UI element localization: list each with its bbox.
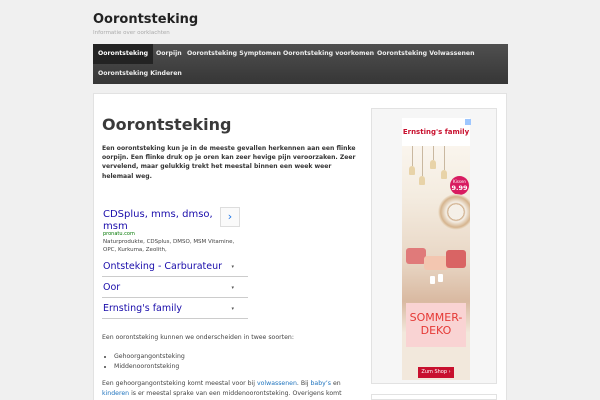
text-span: . Bij [296, 380, 311, 387]
ad-link-carburateur[interactable]: Ontsteking - Carburateur ▾ [102, 258, 248, 277]
nav-item-kinderen[interactable]: Oorontsteking Kinderen [93, 64, 187, 84]
ad-headline[interactable]: CDSplus, mms, dmso, [103, 209, 213, 221]
types-list: Gehoorgangontsteking Middenoorontsteking [102, 352, 185, 371]
ad-link-label[interactable]: Oor [103, 282, 120, 293]
text-span: Een gehoorgangontsteking komt meestal vo… [102, 380, 257, 387]
ad-arrow-icon[interactable]: › [220, 207, 240, 227]
chevron-down-icon: ▾ [231, 285, 234, 291]
candle-image [438, 274, 443, 282]
ad-brand-logo[interactable]: Ernsting's family [402, 118, 470, 146]
nav-item-oorontsteking[interactable]: Oorontsteking [93, 44, 154, 64]
ad-headline: SOMMER- DEKO [406, 303, 466, 347]
adchoices-icon[interactable] [465, 119, 471, 125]
paragraph-types-detail: Een gehoorgangontsteking komt meestal vo… [102, 379, 364, 398]
text-span: en [331, 380, 341, 387]
types-intro: Een oorontsteking kunnen we onderscheide… [102, 334, 294, 341]
price-badge: Kissen 9.99 [450, 176, 469, 195]
text-span: is er meestal sprake van een middenooron… [129, 389, 342, 397]
nav-item-symptomen[interactable]: Oorontsteking Symptomen [182, 44, 286, 64]
ad-link-label[interactable]: Ontsteking - Carburateur [103, 261, 222, 272]
candle-image [430, 276, 435, 284]
intro-paragraph: Een oorontsteking kun je in de meeste ge… [102, 145, 356, 180]
ad-headline-line1: SOMMER- [409, 311, 463, 324]
lamp-icon [419, 176, 425, 185]
link-kinderen[interactable]: kinderen [102, 390, 129, 397]
lamp-icon [430, 160, 436, 169]
nav-item-volwassenen[interactable]: Oorontsteking Volwassenen [372, 44, 480, 64]
ad-link-ernstings[interactable]: Ernsting's family ▾ [102, 300, 248, 319]
lamp-icon [409, 166, 415, 175]
pillow-image [406, 248, 426, 264]
lamp-icon [441, 170, 447, 179]
site-tagline: Informatie over oorklachten [93, 30, 170, 36]
page-title: Oorontsteking [102, 115, 232, 134]
nav-item-voorkomen[interactable]: Oorontsteking voorkomen [278, 44, 379, 64]
chevron-down-icon: ▾ [231, 264, 234, 270]
shop-button[interactable]: Zum Shop › [418, 367, 454, 378]
ad-headline-line2: DEKO [420, 324, 452, 337]
sidebar-ad-banner[interactable]: Ernsting's family Kissen 9.99 SOMMER- DEK… [402, 118, 470, 380]
link-babys[interactable]: baby’s [311, 380, 332, 387]
main-navigation: Oorontsteking Oorpijn Oorontsteking Symp… [93, 44, 508, 84]
lamp-wire [433, 146, 434, 160]
lamp-wire [412, 146, 413, 166]
site-title[interactable]: Oorontsteking [93, 12, 198, 27]
list-item: Middenoorontsteking [114, 362, 185, 372]
ad-link-oor[interactable]: Oor ▾ [102, 279, 248, 298]
fan-decoration-image [438, 194, 470, 230]
ad-url[interactable]: pronatu.com [103, 231, 135, 237]
chevron-down-icon: ▾ [231, 306, 234, 312]
pillow-image [424, 256, 448, 270]
lamp-wire [422, 146, 423, 176]
pillow-image [446, 250, 466, 268]
ad-link-label[interactable]: Ernsting's family [103, 303, 182, 314]
link-volwassenen[interactable]: volwassenen [257, 380, 297, 387]
price-value: 9.99 [451, 184, 468, 192]
ad-description: Naturprodukte, CDSplus, DMSO, MSM Vitami… [103, 239, 235, 253]
sidebar-widget-next [371, 394, 497, 400]
lamp-wire [444, 146, 445, 170]
list-item: Gehoorgangontsteking [114, 352, 185, 362]
content-ad[interactable]: CDSplus, mms, dmso, msm › pronatu.com Na… [102, 201, 248, 320]
